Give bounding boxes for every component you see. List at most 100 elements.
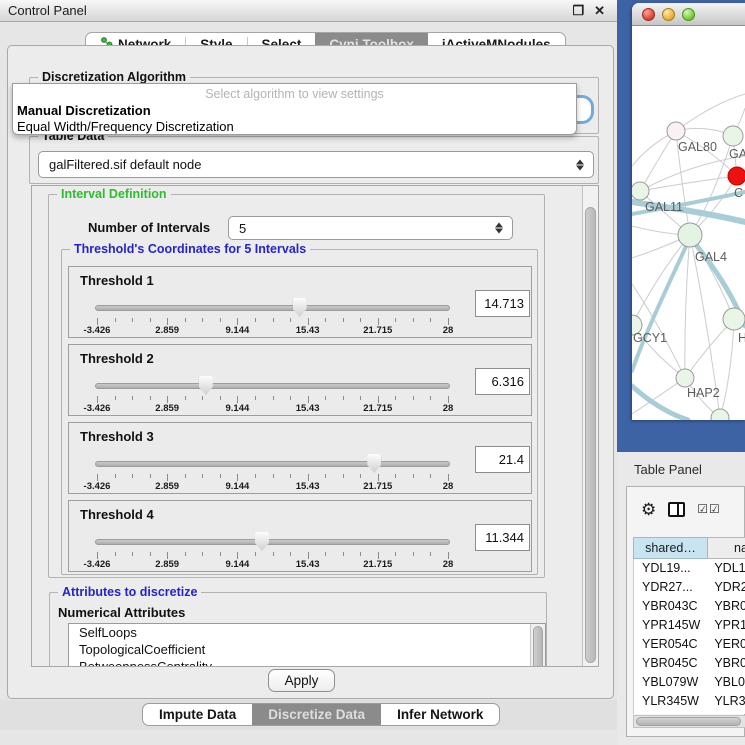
settings-scrollbar[interactable] xyxy=(582,186,598,666)
cell-name[interactable]: YLR3 xyxy=(708,692,745,711)
cell-shared-name[interactable]: YDL19... xyxy=(634,559,708,578)
attribute-list-item[interactable]: SelfLoops xyxy=(69,624,545,641)
table-data-combobox[interactable]: galFiltered.sif default node xyxy=(38,151,594,178)
slider-handle[interactable] xyxy=(199,376,213,395)
network-node-gal11[interactable] xyxy=(632,182,649,200)
slider-tick xyxy=(115,474,116,478)
table-row[interactable]: YER054CYER0 xyxy=(634,635,745,654)
cell-name[interactable]: YER0 xyxy=(708,635,745,654)
tab-discretize-data[interactable]: Discretize Data xyxy=(252,704,381,725)
cell-shared-name[interactable]: YBL079W xyxy=(634,673,708,692)
slider-track[interactable] xyxy=(95,461,450,467)
slider-tick xyxy=(237,318,238,325)
cell-shared-name[interactable]: YDR27... xyxy=(634,578,708,597)
slider-track[interactable] xyxy=(95,383,450,389)
cell-shared-name[interactable]: YLR345W xyxy=(634,692,708,711)
slider-tick xyxy=(132,552,133,556)
column-header-name[interactable]: na xyxy=(708,537,745,559)
cell-shared-name[interactable]: YBR045C xyxy=(634,654,708,673)
slider-tick xyxy=(360,552,361,556)
network-window[interactable]: GAL80GACGAL11GAL4GCY1HHAP2 xyxy=(632,3,745,420)
cell-shared-name[interactable]: YER054C xyxy=(634,635,708,654)
slider-handle[interactable] xyxy=(255,532,269,551)
gear-icon[interactable]: ⚙ xyxy=(641,501,656,518)
cell-name[interactable]: YIL0 xyxy=(708,711,745,714)
table-row[interactable]: YLR345WYLR3 xyxy=(634,692,745,711)
table-row[interactable]: YIL052CYIL0 xyxy=(634,711,745,714)
column-header-shared-name[interactable]: shared… xyxy=(633,537,708,559)
slider-tick xyxy=(273,318,274,322)
network-canvas[interactable]: GAL80GACGAL11GAL4GCY1HHAP2 xyxy=(632,26,745,420)
slider-scale-label: -3.426 xyxy=(84,325,111,336)
number-of-intervals-combobox[interactable]: 5 xyxy=(228,216,513,240)
cell-name[interactable]: YDL1 xyxy=(708,559,745,578)
cell-name[interactable]: YBR0 xyxy=(708,597,745,616)
thresholds-group-title: Threshold's Coordinates for 5 Intervals xyxy=(70,242,310,256)
menu-item-equal-width-frequency[interactable]: Equal Width/Frequency Discretization xyxy=(17,119,234,134)
cell-name[interactable]: YBL0 xyxy=(708,673,745,692)
table-row[interactable]: YDR27...YDR2 xyxy=(634,578,745,597)
slider-tick xyxy=(150,318,151,322)
threshold-label: Threshold 4 xyxy=(80,507,154,522)
mac-zoom-icon[interactable] xyxy=(682,8,695,21)
table-panel: Table Panel ⚙ ☑☑ shared… na YDL19...YDL1… xyxy=(617,452,745,745)
slider-tick xyxy=(167,474,168,481)
slider-tick xyxy=(97,318,98,325)
network-node-hap2[interactable] xyxy=(676,369,694,387)
slider-handle[interactable] xyxy=(367,454,381,473)
threshold-value-field[interactable]: 14.713 xyxy=(475,290,530,317)
slider-scale-label: 9.144 xyxy=(226,481,250,492)
table-row[interactable]: YBL079WYBL0 xyxy=(634,673,745,692)
threshold-value-field[interactable]: 11.344 xyxy=(475,524,530,551)
slider-tick xyxy=(395,474,396,478)
float-window-icon[interactable]: ❐ xyxy=(572,3,584,19)
network-node[interactable] xyxy=(711,409,729,420)
checkbox-icons[interactable]: ☑☑ xyxy=(697,502,721,516)
table-row[interactable]: YPR145WYPR1 xyxy=(634,616,745,635)
settings-scrollbar-thumb[interactable] xyxy=(585,207,596,663)
slider-tick xyxy=(237,396,238,403)
close-window-icon[interactable]: ✕ xyxy=(594,3,605,19)
control-panel-titlebar: Control Panel ❐ ✕ xyxy=(0,0,617,22)
column-view-icon[interactable] xyxy=(668,502,685,517)
list-scrollbar[interactable] xyxy=(530,624,545,667)
attribute-list-item[interactable]: BetweennessCentrality xyxy=(69,658,545,667)
network-node-ga[interactable] xyxy=(723,126,743,146)
table-hscrollbar[interactable] xyxy=(633,715,745,728)
network-edge-thick xyxy=(632,386,688,420)
cell-shared-name[interactable]: YBR043C xyxy=(634,597,708,616)
network-node-gal4[interactable] xyxy=(678,223,702,247)
threshold-value-field[interactable]: 6.316 xyxy=(475,368,530,395)
slider-tick xyxy=(378,318,379,325)
slider-tick xyxy=(202,552,203,556)
network-node-c[interactable] xyxy=(728,167,745,185)
cell-name[interactable]: YDR2 xyxy=(708,578,745,597)
mac-minimize-icon[interactable] xyxy=(662,8,675,21)
slider-track[interactable] xyxy=(95,305,450,311)
cell-name[interactable]: YPR1 xyxy=(708,616,745,635)
network-edge xyxy=(720,319,734,418)
menu-item-manual-discretization[interactable]: Manual Discretization xyxy=(17,103,151,118)
cell-name[interactable]: YBR0 xyxy=(708,654,745,673)
slider-tick xyxy=(150,552,151,556)
network-window-titlebar[interactable] xyxy=(632,3,745,26)
table-hscrollbar-thumb[interactable] xyxy=(636,717,741,726)
tab-impute-data[interactable]: Impute Data xyxy=(143,704,252,725)
network-node-h[interactable] xyxy=(723,308,745,330)
table-row[interactable]: YBR043CYBR0 xyxy=(634,597,745,616)
slider-track[interactable] xyxy=(95,539,450,545)
cell-shared-name[interactable]: YPR145W xyxy=(634,616,708,635)
list-scrollbar-thumb[interactable] xyxy=(533,626,543,667)
slider-tick xyxy=(167,318,168,325)
numerical-attributes-list[interactable]: SelfLoopsTopologicalCoefficientBetweenne… xyxy=(68,623,546,667)
table-row[interactable]: YDL19...YDL1 xyxy=(634,559,745,578)
slider-handle[interactable] xyxy=(293,298,307,317)
apply-button[interactable]: Apply xyxy=(268,669,335,692)
threshold-value-field[interactable]: 21.4 xyxy=(475,446,530,473)
mac-close-icon[interactable] xyxy=(642,8,655,21)
cell-shared-name[interactable]: YIL052C xyxy=(634,711,708,714)
network-node-gal80[interactable] xyxy=(667,122,685,140)
tab-infer-network[interactable]: Infer Network xyxy=(381,704,499,725)
table-row[interactable]: YBR045CYBR0 xyxy=(634,654,745,673)
attribute-list-item[interactable]: TopologicalCoefficient xyxy=(69,641,545,658)
